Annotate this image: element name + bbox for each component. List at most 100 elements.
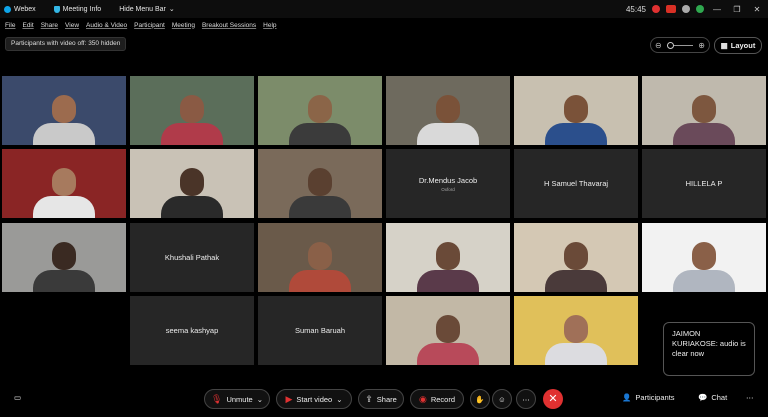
participant-tile[interactable]: [386, 76, 510, 145]
record-label: Record: [430, 394, 456, 404]
shield-icon: [53, 5, 60, 13]
minimize-icon[interactable]: —: [710, 5, 724, 14]
participant-head: [180, 168, 204, 196]
share-button[interactable]: ⇪ Share: [358, 389, 404, 409]
participant-video: [545, 234, 607, 292]
menu-share[interactable]: Share: [41, 22, 58, 29]
menu-audio-video[interactable]: Audio & Video: [86, 22, 127, 29]
participant-head: [692, 242, 716, 270]
participant-tile[interactable]: [130, 76, 254, 145]
participant-video: [289, 87, 351, 145]
participant-video: [33, 234, 95, 292]
menu-help[interactable]: Help: [263, 22, 276, 29]
participant-body: [33, 196, 95, 218]
participant-body: [417, 270, 479, 292]
participant-tile[interactable]: HILLELA P: [642, 149, 766, 218]
menu-view[interactable]: View: [65, 22, 79, 29]
app-name: Webex: [14, 5, 36, 13]
chat-notification-toast[interactable]: JAIMON KURIAKOSE: audio is clear now: [663, 322, 755, 376]
participant-tile[interactable]: H Samuel Thavaraj: [514, 149, 638, 218]
participant-tile[interactable]: [2, 223, 126, 292]
participant-tile[interactable]: [642, 223, 766, 292]
participant-body: [161, 123, 223, 145]
participant-tile[interactable]: [2, 149, 126, 218]
muted-microphone-icon: 🎙: [211, 393, 223, 404]
participant-tile[interactable]: Dr.Mendus Jacob Oxford: [386, 149, 510, 218]
participant-video: [33, 160, 95, 218]
captions-icon[interactable]: ▭: [14, 393, 21, 402]
menu-breakout-sessions[interactable]: Breakout Sessions: [202, 22, 256, 29]
participant-name: HILLELA P: [685, 179, 723, 188]
participant-body: [545, 270, 607, 292]
participant-name: Suman Baruah: [294, 326, 346, 335]
zoom-in-icon[interactable]: ⊕: [698, 41, 705, 50]
unmute-button[interactable]: 🎙 Unmute ⌄: [204, 389, 270, 409]
more-options-button[interactable]: ⋯: [516, 389, 536, 409]
participant-tile[interactable]: [386, 223, 510, 292]
maximize-icon[interactable]: ❐: [730, 5, 744, 14]
participant-head: [308, 95, 332, 123]
participant-tile[interactable]: Suman Baruah: [258, 296, 382, 365]
participant-tile[interactable]: [514, 76, 638, 145]
participant-head: [436, 95, 460, 123]
participant-body: [417, 123, 479, 145]
close-icon[interactable]: ✕: [750, 5, 764, 14]
participant-tile[interactable]: seema kashyap: [130, 296, 254, 365]
participant-tile[interactable]: [514, 296, 638, 365]
participant-tile[interactable]: [258, 223, 382, 292]
participant-head: [564, 242, 588, 270]
participant-tile[interactable]: [514, 223, 638, 292]
meeting-info-button[interactable]: Meeting Info: [53, 5, 102, 13]
participant-body: [33, 270, 95, 292]
zoom-out-icon[interactable]: ⊖: [655, 41, 662, 50]
connection-status-icon: [696, 5, 704, 13]
record-icon: ◉: [418, 393, 427, 404]
participant-body: [289, 270, 351, 292]
info-icon[interactable]: [682, 5, 690, 13]
zoom-slider-knob[interactable]: [667, 41, 674, 49]
participant-tile[interactable]: Khushali Pathak: [130, 223, 254, 292]
menu-file[interactable]: File: [5, 22, 15, 29]
hide-menu-bar-label: Hide Menu Bar: [119, 5, 166, 13]
participant-body: [161, 196, 223, 218]
start-video-button[interactable]: ▶ Start video ⌄: [276, 389, 352, 409]
menu-participant[interactable]: Participant: [134, 22, 165, 29]
zoom-control[interactable]: ⊖ ⊕: [650, 37, 710, 53]
more-icon[interactable]: ⋯: [746, 393, 754, 402]
meeting-info-label: Meeting Info: [62, 5, 102, 13]
participant-tile[interactable]: [386, 296, 510, 365]
leave-meeting-button[interactable]: ✕: [543, 389, 563, 409]
chat-button[interactable]: 💬 Chat: [698, 393, 727, 402]
reactions-button[interactable]: ☺: [492, 389, 512, 409]
hide-menu-bar-button[interactable]: Hide Menu Bar ⌄: [119, 5, 175, 14]
participant-body: [289, 123, 351, 145]
chat-label: Chat: [711, 393, 728, 402]
menu-meeting[interactable]: Meeting: [172, 22, 195, 29]
zoom-slider[interactable]: [667, 41, 693, 49]
participant-tile[interactable]: [258, 149, 382, 218]
participant-tile[interactable]: [2, 76, 126, 145]
record-button[interactable]: ◉ Record: [410, 389, 464, 409]
participant-body: [545, 123, 607, 145]
participant-head: [180, 95, 204, 123]
participant-video: [673, 87, 735, 145]
participant-tile[interactable]: [642, 76, 766, 145]
menu-edit[interactable]: Edit: [22, 22, 33, 29]
participant-video: [417, 87, 479, 145]
participant-head: [52, 95, 76, 123]
layout-button[interactable]: ▦ Layout: [714, 37, 762, 54]
participant-tile[interactable]: [130, 149, 254, 218]
participant-body: [417, 343, 479, 365]
participant-tile[interactable]: [258, 76, 382, 145]
hidden-participants-notice[interactable]: Participants with video off: 350 hidden: [5, 37, 127, 51]
menu-bar: File Edit Share View Audio & Video Parti…: [0, 18, 768, 32]
participant-name: H Samuel Thavaraj: [543, 179, 609, 188]
participant-video: [33, 87, 95, 145]
participant-name: Khushali Pathak: [164, 253, 220, 262]
participant-head: [308, 168, 332, 196]
chevron-down-icon: ⌄: [336, 394, 343, 404]
layout-label: Layout: [730, 41, 756, 50]
raise-hand-button[interactable]: ✋: [470, 389, 490, 409]
participant-name: Dr.Mendus Jacob: [418, 175, 478, 185]
participants-button[interactable]: 👤 Participants: [622, 393, 675, 402]
